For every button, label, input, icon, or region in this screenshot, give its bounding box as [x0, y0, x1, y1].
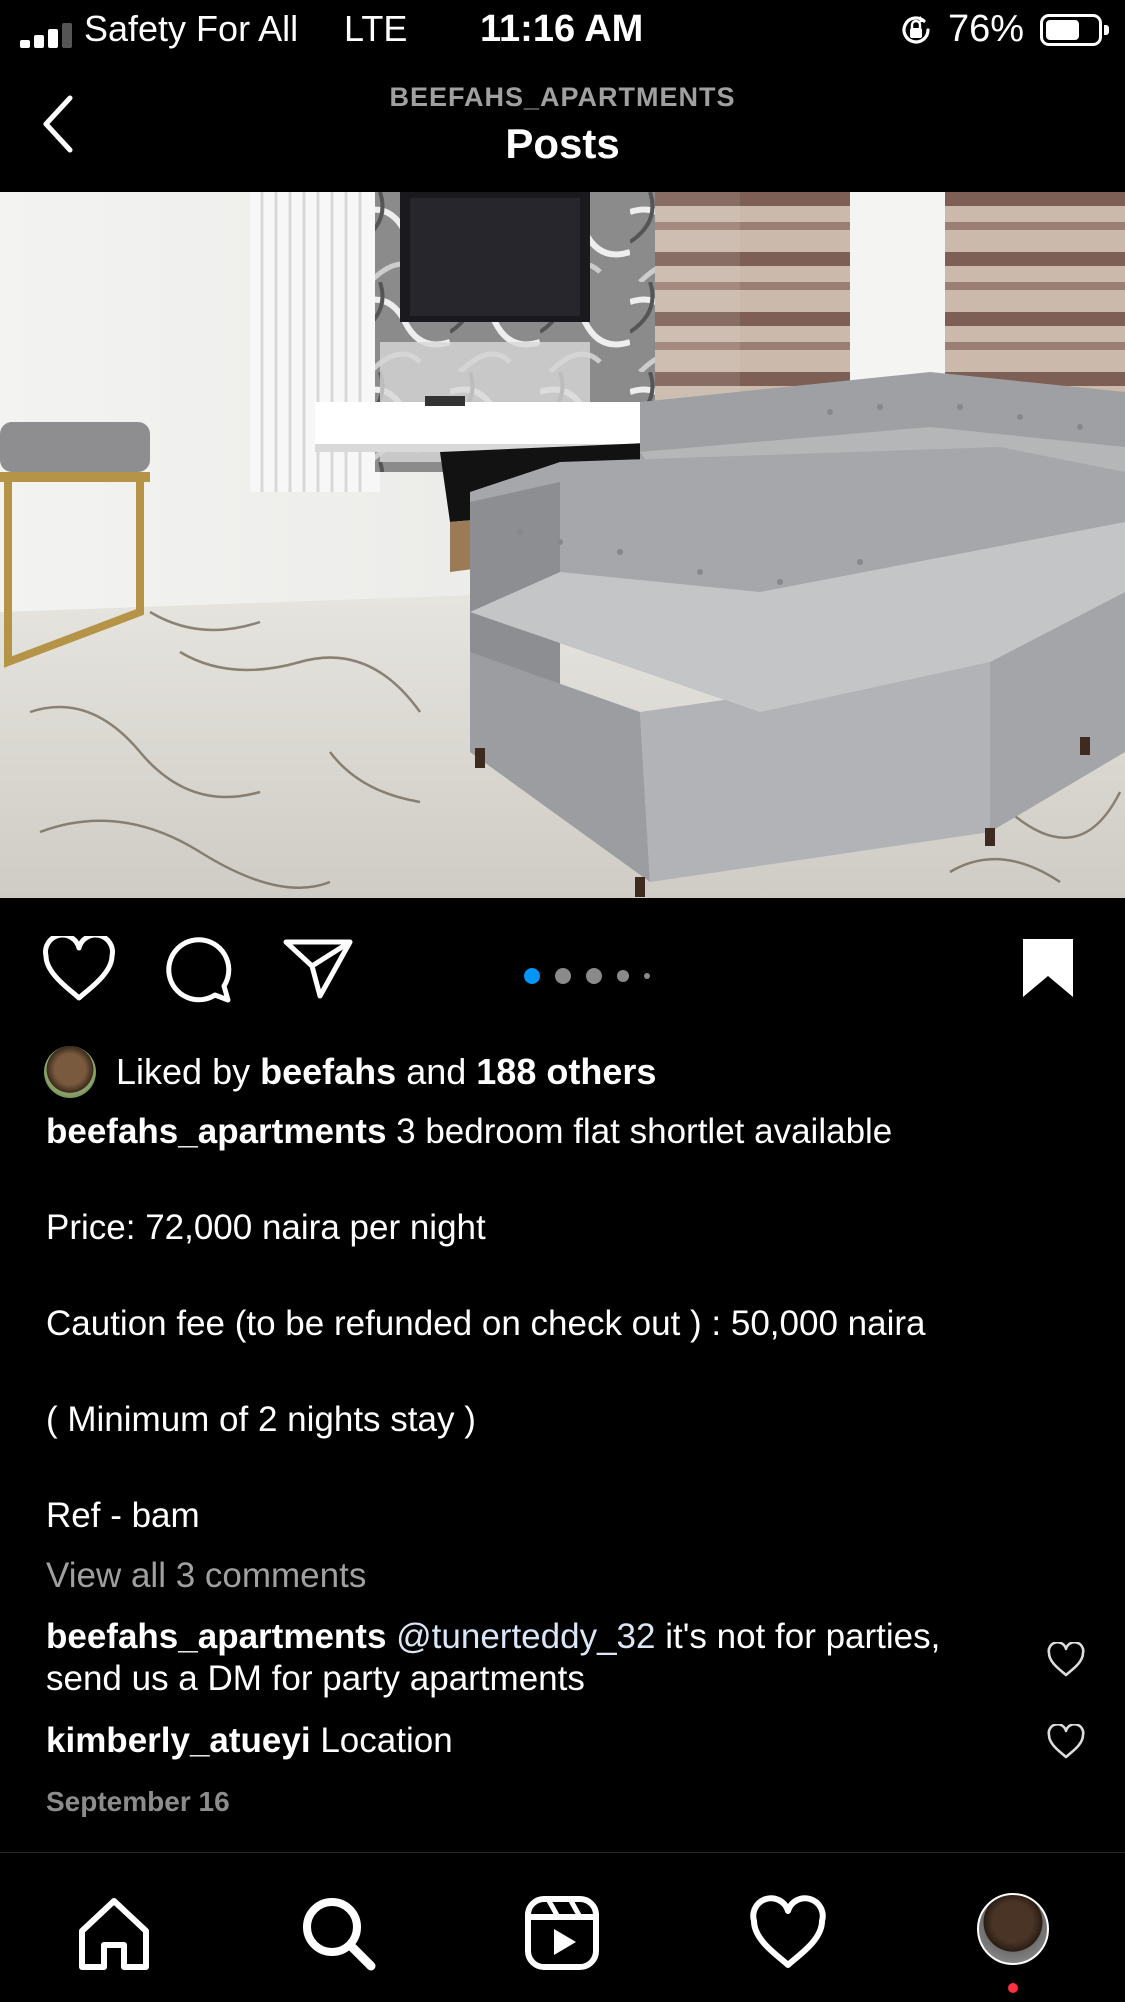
bookmark-filled-icon[interactable] — [1020, 936, 1076, 1000]
nav-header: BEEFAHS_APARTMENTS Posts — [0, 62, 1125, 192]
home-icon[interactable] — [74, 1893, 154, 1973]
caption-line: Ref - bam — [46, 1496, 200, 1535]
caption-author[interactable]: beefahs_apartments — [46, 1112, 386, 1151]
comment-icon[interactable] — [164, 934, 234, 1004]
orientation-lock-icon — [902, 16, 930, 44]
comment-like-heart-icon[interactable] — [1046, 1642, 1086, 1678]
heart-icon[interactable] — [42, 936, 116, 1002]
page-title: Posts — [505, 120, 620, 167]
likes-summary[interactable]: Liked by beefahs and 188 others — [44, 1044, 656, 1100]
activity-heart-icon[interactable] — [748, 1893, 828, 1973]
battery-percent: 76% — [948, 8, 1025, 50]
carousel-dot — [644, 973, 650, 979]
carousel-dot — [617, 970, 629, 982]
cellular-signal-icon — [20, 22, 72, 48]
comment-author[interactable]: beefahs_apartments — [46, 1617, 386, 1656]
comment-item: kimberly_atueyi Location — [46, 1720, 1006, 1762]
caption-line: ( Minimum of 2 nights stay ) — [46, 1400, 476, 1439]
view-all-comments-link[interactable]: View all 3 comments — [46, 1556, 366, 1596]
profile-avatar[interactable] — [977, 1893, 1049, 1965]
battery-icon — [1040, 14, 1109, 46]
caption-line: Price: 72,000 naira per night — [46, 1208, 486, 1247]
liker-username[interactable]: beefahs — [260, 1051, 396, 1092]
post-image[interactable] — [0, 192, 1125, 898]
carousel-page-indicator — [524, 968, 650, 984]
carrier-name: Safety For All — [84, 8, 299, 49]
comment-item: beefahs_apartments @tunerteddy_32 it's n… — [46, 1616, 1006, 1700]
header-account-name: BEEFAHS_APARTMENTS — [389, 82, 736, 112]
notification-dot — [1008, 1983, 1018, 1993]
comment-like-heart-icon[interactable] — [1046, 1724, 1086, 1760]
share-paper-plane-icon[interactable] — [282, 936, 354, 1000]
post-caption: beefahs_apartments 3 bedroom flat shortl… — [46, 1108, 1086, 1540]
carousel-dot — [524, 968, 540, 984]
carousel-dot — [555, 968, 571, 984]
post-date: September 16 — [46, 1786, 230, 1817]
likes-joiner: and — [406, 1051, 467, 1092]
clock: 11:16 AM — [480, 8, 644, 50]
post-actions — [0, 898, 1125, 1038]
carousel-dot — [586, 968, 602, 984]
living-room-photo — [0, 192, 1125, 898]
comment-text: Location — [320, 1721, 453, 1760]
comment-author[interactable]: kimberly_atueyi — [46, 1721, 311, 1760]
caption-line: Caution fee (to be refunded on check out… — [46, 1304, 926, 1343]
search-icon[interactable] — [298, 1893, 378, 1973]
reels-icon[interactable] — [522, 1893, 602, 1973]
network-type: LTE — [344, 8, 408, 49]
comment-mention[interactable]: @tunerteddy_32 — [396, 1617, 655, 1656]
likes-others-count[interactable]: 188 others — [476, 1051, 656, 1092]
status-bar: Safety For All LTE 11:16 AM 76% — [0, 0, 1125, 62]
liker-avatar[interactable] — [44, 1046, 96, 1098]
bottom-tab-bar — [0, 1852, 1125, 2002]
caption-first-line: 3 bedroom flat shortlet available — [396, 1112, 893, 1151]
likes-prefix: Liked by — [116, 1051, 251, 1092]
